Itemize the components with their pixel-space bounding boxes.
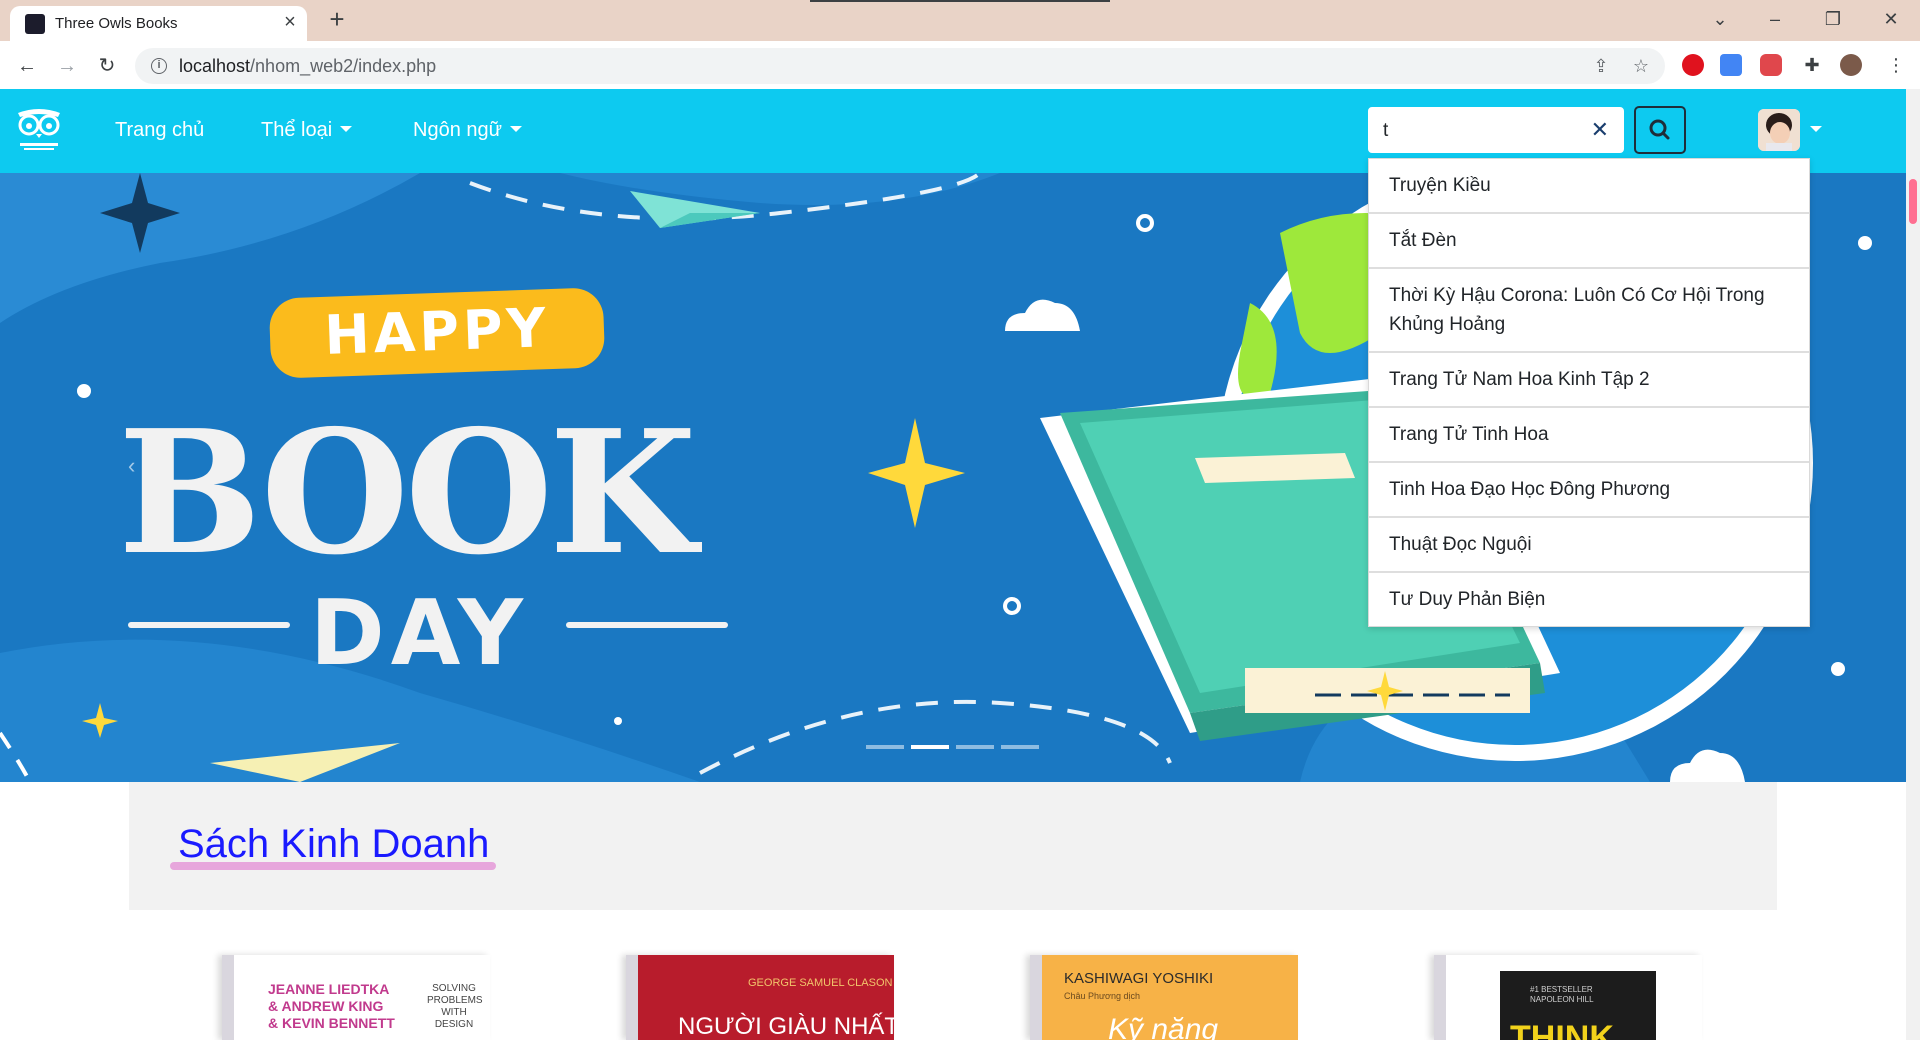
- site-info-icon[interactable]: i: [151, 58, 167, 74]
- book-1-title: SOLVING PROBLEMS WITH DESIGN: [427, 983, 483, 1031]
- scrollbar-thumb[interactable]: [1909, 179, 1917, 224]
- suggestion-item[interactable]: Trang Tử Nam Hoa Kinh Tập 2: [1369, 353, 1809, 408]
- search-field[interactable]: ✕: [1368, 107, 1624, 153]
- share-icon[interactable]: ⇪: [1589, 54, 1613, 78]
- address-bar[interactable]: i localhost/nhom_web2/index.php ⇪ ☆: [135, 48, 1665, 84]
- carousel-indicator-3[interactable]: [956, 745, 994, 749]
- day-left-rule: [128, 622, 290, 628]
- carousel-indicator-1[interactable]: [866, 745, 904, 749]
- book-4-title: THINK: [1510, 1019, 1614, 1040]
- search-input[interactable]: [1383, 120, 1583, 142]
- search-suggestions: Truyện Kiều Tắt Đèn Thời Kỳ Hậu Corona: …: [1368, 158, 1810, 627]
- book-2-author: GEORGE SAMUEL CLASON: [748, 977, 893, 989]
- book-4-badge: #1 BESTSELLER: [1530, 985, 1593, 994]
- suggestion-item[interactable]: Truyện Kiều: [1369, 159, 1809, 214]
- url-text: localhost/nhom_web2/index.php: [179, 56, 436, 77]
- browser-tab-strip: Three Owls Books × + ⌄ – ❐ ✕: [0, 0, 1920, 41]
- hero-book-text: BOOK: [118, 393, 697, 593]
- user-menu-chevron-icon[interactable]: [1810, 126, 1822, 132]
- window-close-icon[interactable]: ✕: [1876, 6, 1906, 32]
- book-1-author-line: JEANNE LIEDTKA: [268, 981, 390, 997]
- book-spine: [626, 955, 638, 1040]
- opera-extension-icon[interactable]: [1682, 54, 1704, 76]
- nav-language-label: Ngôn ngữ: [413, 119, 503, 141]
- extensions-puzzle-icon[interactable]: ✚: [1800, 53, 1824, 77]
- book-4-cover-art: #1 BESTSELLER NAPOLEON HILL THINK: [1500, 971, 1656, 1040]
- book-spine: [1030, 955, 1042, 1040]
- owl-favicon-icon: [25, 14, 45, 34]
- forward-arrow-icon[interactable]: →: [52, 51, 82, 81]
- suggestion-item[interactable]: Tắt Đèn: [1369, 214, 1809, 269]
- book-1-title-line: WITH: [441, 1007, 467, 1018]
- book-spine: [222, 955, 234, 1040]
- book-card-3[interactable]: KASHIWAGI YOSHIKI Châu Phương dịch Kỹ nă…: [1030, 955, 1298, 1040]
- loading-indicator: [810, 0, 1110, 2]
- hero-day-text: DAY: [310, 581, 529, 686]
- suggestion-item[interactable]: Tư Duy Phản Biện: [1369, 573, 1809, 626]
- suggestion-item[interactable]: Trang Tử Tinh Hoa: [1369, 408, 1809, 463]
- book-1-title-line: PROBLEMS: [427, 995, 483, 1006]
- book-2-title: NGƯỜI GIÀU NHẤT: [678, 1013, 894, 1040]
- chevron-down-icon: [510, 126, 523, 132]
- book-1-author-line: & ANDREW KING: [268, 998, 384, 1014]
- section-title-link[interactable]: Sách Kinh Doanh: [178, 822, 489, 867]
- book-card-4[interactable]: #1 BESTSELLER NAPOLEON HILL THINK: [1434, 955, 1702, 1040]
- back-arrow-icon[interactable]: ←: [12, 51, 42, 81]
- page-scrollbar[interactable]: [1906, 89, 1920, 1040]
- carousel-indicator-4[interactable]: [1001, 745, 1039, 749]
- clear-search-icon[interactable]: ✕: [1591, 118, 1609, 142]
- book-card-1[interactable]: JEANNE LIEDTKA & ANDREW KING & KEVIN BEN…: [222, 955, 490, 1040]
- book-1-title-line: SOLVING: [432, 983, 476, 994]
- translate-extension-icon[interactable]: [1720, 54, 1742, 76]
- search-button[interactable]: [1634, 106, 1686, 154]
- book-1-title-line: DESIGN: [434, 1019, 474, 1030]
- shield-extension-icon[interactable]: [1760, 54, 1782, 76]
- book-1-authors: JEANNE LIEDTKA & ANDREW KING & KEVIN BEN…: [268, 981, 395, 1032]
- carousel-indicator-2[interactable]: [911, 745, 949, 749]
- reload-icon[interactable]: ↻: [92, 51, 122, 81]
- bookmark-star-icon[interactable]: ☆: [1629, 54, 1653, 78]
- book-4-author: NAPOLEON HILL: [1530, 995, 1594, 1004]
- new-tab-icon[interactable]: +: [325, 6, 349, 32]
- minimize-icon[interactable]: –: [1760, 6, 1790, 32]
- user-photo-icon: [1758, 109, 1800, 151]
- suggestion-item[interactable]: Thuật Đọc Nguội: [1369, 518, 1809, 573]
- three-owls-logo[interactable]: [14, 107, 64, 153]
- book-1-author-line: & KEVIN BENNETT: [268, 1015, 395, 1031]
- browser-toolbar: ← → ↻ i localhost/nhom_web2/index.php ⇪ …: [0, 41, 1920, 89]
- book-3-title: Kỹ năng: [1108, 1013, 1219, 1040]
- url-host: localhost: [179, 56, 251, 76]
- book-3-translator: Châu Phương dịch: [1064, 991, 1140, 1001]
- suggestion-item[interactable]: Thời Kỳ Hậu Corona: Luôn Có Cơ Hội Trong…: [1369, 269, 1809, 353]
- restore-icon[interactable]: ❐: [1818, 6, 1848, 32]
- hero-happy-text: HAPPY: [323, 296, 551, 367]
- day-right-rule: [566, 622, 728, 628]
- book-3-author: KASHIWAGI YOSHIKI: [1064, 970, 1214, 987]
- url-path: /nhom_web2/index.php: [250, 56, 437, 76]
- tab-search-chevron-icon[interactable]: ⌄: [1705, 6, 1735, 32]
- search-icon: [1649, 119, 1670, 140]
- carousel-prev-icon[interactable]: ‹: [128, 453, 135, 479]
- browser-menu-icon[interactable]: ⋮: [1884, 53, 1908, 77]
- suggestion-item[interactable]: Tinh Hoa Đạo Học Đông Phương: [1369, 463, 1809, 518]
- carousel-indicators: [866, 745, 1042, 749]
- profile-avatar-icon[interactable]: [1840, 54, 1862, 76]
- user-avatar[interactable]: [1758, 109, 1800, 151]
- book-card-2[interactable]: GEORGE SAMUEL CLASON NGƯỜI GIÀU NHẤT: [626, 955, 894, 1040]
- tab-close-icon[interactable]: ×: [280, 12, 300, 32]
- browser-tab[interactable]: Three Owls Books ×: [10, 6, 307, 41]
- nav-language-dropdown[interactable]: Ngôn ngữ: [413, 119, 523, 142]
- tab-title: Three Owls Books: [55, 15, 178, 32]
- nav-genre-dropdown[interactable]: Thể loại: [261, 119, 353, 142]
- nav-home-link[interactable]: Trang chủ: [115, 119, 204, 142]
- book-spine: [1434, 955, 1446, 1040]
- nav-genre-label: Thể loại: [261, 119, 333, 141]
- chevron-down-icon: [340, 126, 353, 132]
